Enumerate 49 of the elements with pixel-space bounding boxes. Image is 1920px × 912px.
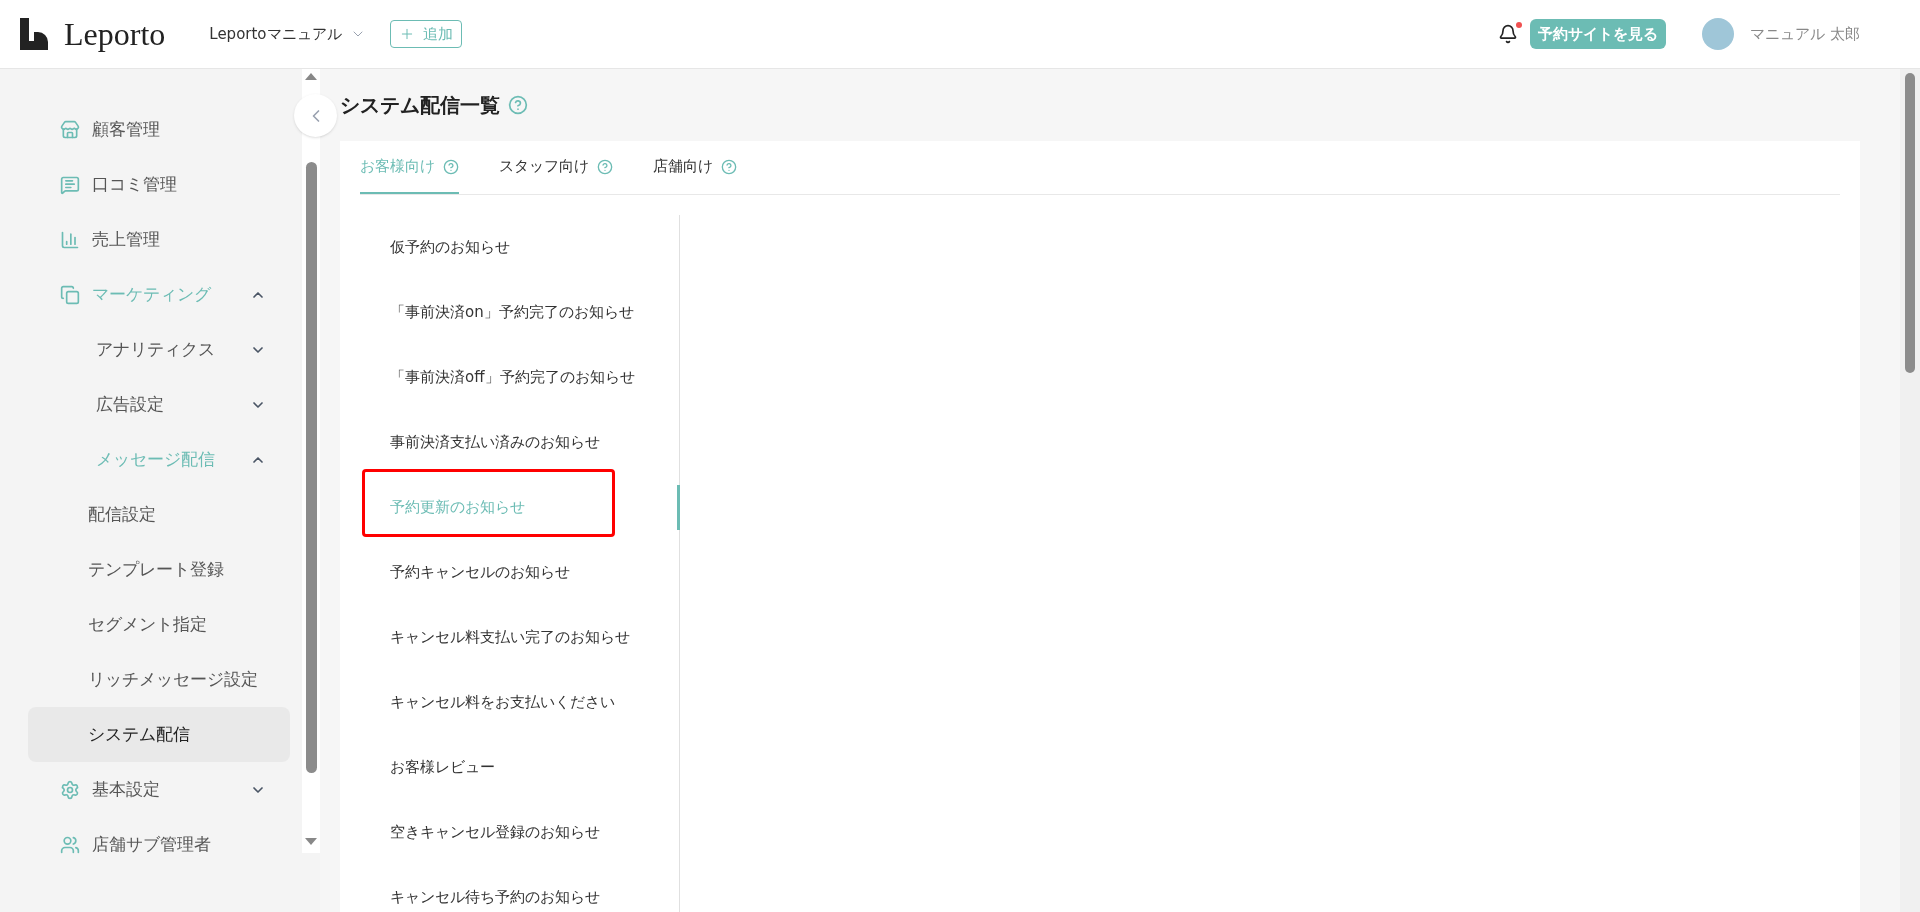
message-type-item[interactable]: キャンセル料をお支払いください xyxy=(360,691,615,714)
bar-chart-icon xyxy=(60,229,80,250)
user-name: マニュアル 太郎 xyxy=(1750,23,1860,45)
message-type-item[interactable]: 仮予約のお知らせ xyxy=(360,236,510,259)
collapse-sidebar-button[interactable] xyxy=(294,94,337,137)
message-type-item[interactable]: 事前決済支払い済みのお知らせ xyxy=(360,431,600,454)
sidebar-subitem[interactable]: システム配信 xyxy=(28,707,290,762)
selection-indicator xyxy=(677,485,680,530)
message-type-item[interactable]: 予約キャンセルのお知らせ xyxy=(360,561,570,584)
sidebar-item[interactable]: 店舗サブ管理者 xyxy=(28,817,290,872)
message-type-item[interactable]: 空きキャンセル登録のお知らせ xyxy=(360,821,600,844)
help-icon[interactable] xyxy=(597,158,613,175)
help-icon[interactable] xyxy=(443,158,459,175)
scroll-thumb[interactable] xyxy=(305,162,317,773)
sidebar-subitem[interactable]: テンプレート登録 xyxy=(28,542,290,597)
notification-bell[interactable] xyxy=(1498,24,1519,44)
scroll-up-arrow-icon[interactable] xyxy=(305,73,317,80)
scrollbar[interactable] xyxy=(302,69,320,853)
message-type-item[interactable]: 「事前決済off」予約完了のお知らせ xyxy=(360,366,635,389)
store-selector[interactable]: Leportoマニュアル xyxy=(209,22,366,46)
page-scrollbar[interactable] xyxy=(1900,69,1920,912)
sidebar-subitem[interactable]: リッチメッセージ設定 xyxy=(28,652,290,707)
message-type-item[interactable]: 「事前決済on」予約完了のお知らせ xyxy=(360,301,634,324)
tab[interactable]: スタッフ向け xyxy=(499,141,613,194)
tab[interactable]: 店舗向け xyxy=(653,141,737,194)
store-icon xyxy=(60,119,80,140)
sidebar-subitem[interactable]: セグメント指定 xyxy=(28,597,290,652)
sidebar-item[interactable]: 基本設定 xyxy=(28,762,290,817)
logo-text: Leporto xyxy=(64,15,166,54)
message-type-item[interactable]: お客様レビュー xyxy=(360,756,495,779)
sidebar-subitem[interactable]: アナリティクス xyxy=(28,322,290,377)
windows-icon xyxy=(60,284,80,305)
scroll-down-arrow-icon[interactable] xyxy=(305,838,317,845)
gear-icon xyxy=(60,779,80,800)
message-type-item[interactable]: キャンセル料支払い完了のお知らせ xyxy=(360,626,630,649)
page-title: システム配信一覧 xyxy=(340,92,500,119)
sidebar-item[interactable]: 口コミ管理 xyxy=(28,157,290,212)
bell-icon xyxy=(1498,24,1519,44)
scroll-thumb[interactable] xyxy=(1905,73,1915,373)
sidebar-subitem[interactable]: 配信設定 xyxy=(28,487,290,542)
sidebar-item[interactable]: 顧客管理 xyxy=(28,102,290,157)
sidebar-subitem[interactable]: 広告設定 xyxy=(28,377,290,432)
help-icon[interactable] xyxy=(508,95,528,115)
chat-icon xyxy=(60,174,80,195)
help-icon[interactable] xyxy=(721,158,737,175)
user-avatar[interactable] xyxy=(1702,18,1735,50)
message-type-item[interactable]: キャンセル待ち予約のお知らせ xyxy=(360,886,600,909)
sidebar-item[interactable]: 売上管理 xyxy=(28,212,290,267)
users-icon xyxy=(60,834,80,855)
